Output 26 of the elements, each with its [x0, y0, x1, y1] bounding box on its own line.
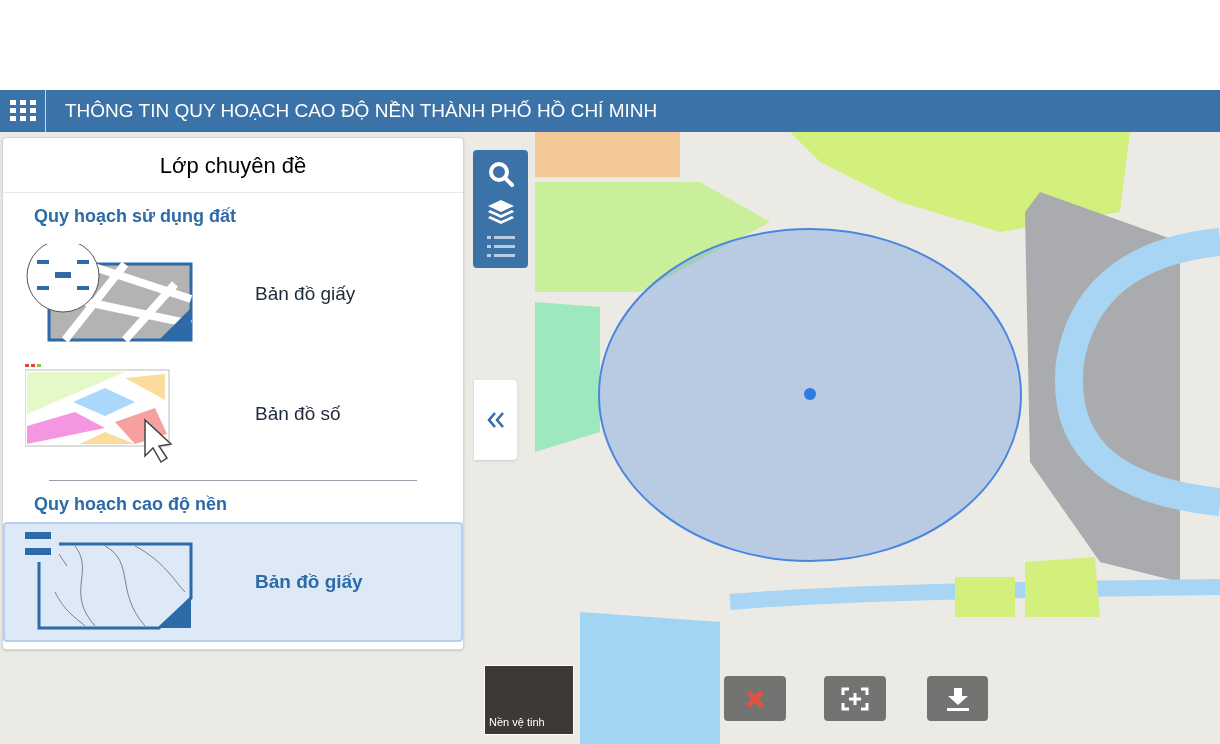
- group-heading: Quy hoạch sử dụng đất: [33, 205, 238, 228]
- layer-label: Bản đồ số: [255, 401, 341, 426]
- download-button[interactable]: [927, 676, 988, 721]
- layer-label: Bản đồ giấy: [255, 281, 356, 306]
- map-background[interactable]: Lớp chuyên đề Quy hoạch sử dụng đất Bản đồ giấy Bản đồ số Quy hoạch cao độ nền Bản đồ giấy Nền vệ tinh: [0, 132, 1220, 744]
- layer-item[interactable]: Bản đồ số: [3, 354, 463, 474]
- double-chevron-left-icon: [486, 412, 505, 428]
- group-heading: Quy hoạch cao độ nền: [33, 493, 229, 516]
- satellite-basemap-button[interactable]: Nền vệ tinh: [484, 665, 574, 735]
- layer-label: Bản đồ giấy: [255, 569, 363, 594]
- fullscreen-button[interactable]: [824, 676, 886, 721]
- panel-title: Lớp chuyên đề: [3, 138, 463, 193]
- layers-icon[interactable]: [486, 199, 515, 225]
- layer-item[interactable]: Bản đồ giấy: [3, 522, 463, 642]
- download-icon: [945, 686, 970, 711]
- paper-map-icon: [25, 244, 195, 344]
- grid-icon: [9, 100, 36, 122]
- contour-map-icon: [25, 532, 195, 632]
- expand-icon: [841, 686, 869, 711]
- list-icon[interactable]: [486, 236, 515, 259]
- district-area: [955, 577, 1015, 617]
- layer-item[interactable]: Bản đồ giấy: [3, 234, 463, 354]
- app-title: THÔNG TIN QUY HOẠCH CAO ĐỘ NỀN THÀNH PHỐ HỒ CHÍ MINH: [65, 98, 658, 123]
- collapse-panel-button[interactable]: [474, 380, 517, 460]
- close-icon: [745, 688, 765, 709]
- search-icon[interactable]: [486, 159, 515, 188]
